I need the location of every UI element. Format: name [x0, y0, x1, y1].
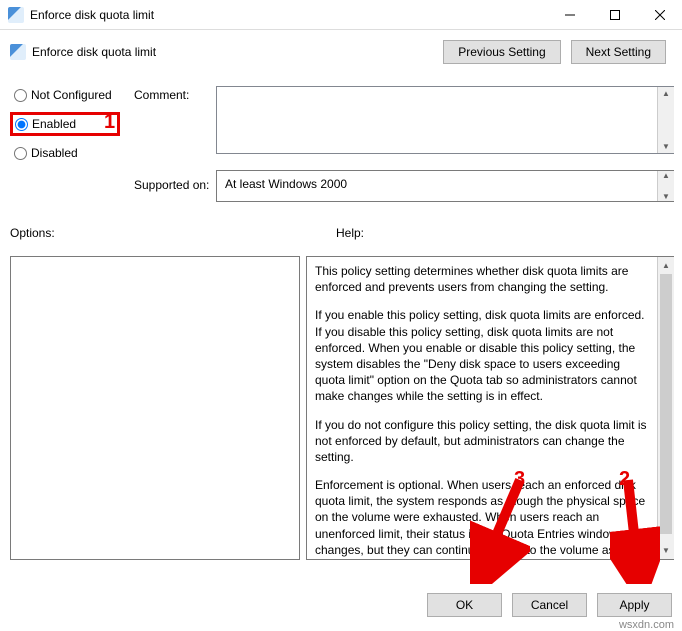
help-pane: This policy setting determines whether d…: [306, 256, 674, 560]
comment-label: Comment:: [134, 88, 189, 102]
help-paragraph: Enforcement is optional. When users reac…: [315, 477, 651, 560]
radio-not-configured-label: Not Configured: [31, 88, 112, 102]
options-pane: [10, 256, 300, 560]
radio-not-configured[interactable]: Not Configured: [14, 88, 120, 102]
radio-not-configured-input[interactable]: [14, 89, 27, 102]
window-titlebar: Enforce disk quota limit: [0, 0, 682, 30]
radio-disabled[interactable]: Disabled: [14, 146, 120, 160]
supported-on-value: At least Windows 2000: [225, 177, 347, 191]
scroll-up-icon: ▲: [662, 89, 670, 98]
annotation-1: 1: [104, 111, 115, 134]
scroll-thumb[interactable]: [660, 274, 672, 534]
dialog-title: Enforce disk quota limit: [32, 45, 443, 59]
help-paragraph: If you do not configure this policy sett…: [315, 417, 651, 466]
supported-on-value-box: At least Windows 2000: [216, 170, 674, 202]
watermark: wsxdn.com: [619, 619, 674, 631]
comment-input[interactable]: [216, 86, 674, 154]
radio-enabled[interactable]: Enabled: [15, 117, 97, 131]
radio-disabled-input[interactable]: [14, 147, 27, 160]
app-icon: [8, 7, 24, 23]
scroll-down-icon: ▼: [662, 142, 670, 151]
state-radio-group: Not Configured Enabled Disabled: [0, 78, 120, 160]
help-scrollbar[interactable]: ▲ ▼: [657, 257, 674, 559]
minimize-button[interactable]: [547, 0, 592, 30]
options-label: Options:: [10, 226, 55, 240]
supported-on-label: Supported on:: [134, 178, 209, 192]
maximize-button[interactable]: [592, 0, 637, 30]
radio-enabled-label: Enabled: [32, 117, 76, 131]
ok-button[interactable]: OK: [427, 593, 502, 617]
next-setting-button[interactable]: Next Setting: [571, 40, 666, 64]
annotation-3: 3: [514, 468, 525, 491]
previous-setting-button[interactable]: Previous Setting: [443, 40, 560, 64]
cancel-button[interactable]: Cancel: [512, 593, 587, 617]
radio-enabled-input[interactable]: [15, 118, 28, 131]
scroll-up-icon: ▲: [662, 171, 670, 180]
scroll-up-icon: ▲: [658, 257, 674, 274]
policy-icon: [10, 44, 26, 60]
scroll-down-icon: ▼: [662, 192, 670, 201]
annotation-2: 2: [619, 468, 630, 491]
help-paragraph: If you enable this policy setting, disk …: [315, 307, 651, 404]
apply-button[interactable]: Apply: [597, 593, 672, 617]
radio-disabled-label: Disabled: [31, 146, 78, 160]
window-title: Enforce disk quota limit: [30, 8, 154, 22]
supported-scrollbar[interactable]: ▲ ▼: [657, 171, 674, 201]
help-label: Help:: [336, 226, 364, 240]
close-button[interactable]: [637, 0, 682, 30]
scroll-down-icon: ▼: [658, 542, 674, 559]
help-paragraph: This policy setting determines whether d…: [315, 263, 651, 295]
dialog-button-row: OK Cancel Apply: [427, 593, 672, 617]
dialog-header: Enforce disk quota limit Previous Settin…: [0, 30, 682, 68]
comment-scrollbar[interactable]: ▲ ▼: [657, 87, 674, 153]
